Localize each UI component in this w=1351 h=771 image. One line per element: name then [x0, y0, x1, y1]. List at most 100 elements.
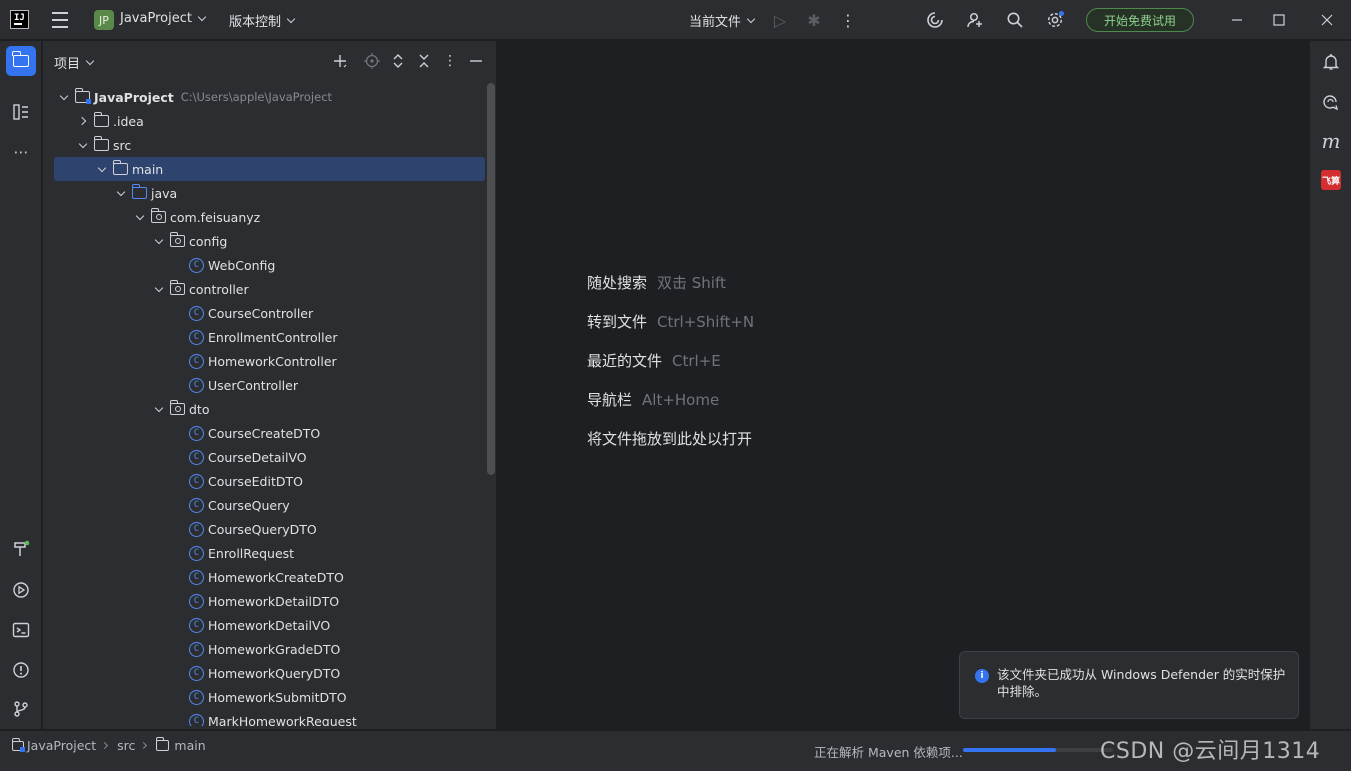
build-hammer-icon[interactable] [6, 534, 36, 564]
tree-row[interactable]: controller [54, 277, 485, 301]
tree-row[interactable]: C CourseDetailVO [54, 445, 485, 469]
tree-item-label: com.feisuanyz [170, 209, 261, 225]
tree-item-label: CourseQuery [208, 497, 290, 513]
background-task-progress[interactable] [963, 748, 1113, 752]
chevron-down-icon[interactable] [132, 209, 148, 225]
project-tool-folder-icon[interactable] [6, 46, 36, 76]
hint-action: 随处搜索 [587, 274, 648, 292]
tree-row[interactable]: .idea [54, 109, 485, 133]
tree-row[interactable]: C CourseController [54, 301, 485, 325]
debug-icon[interactable]: ✱ [804, 10, 824, 30]
tree-row[interactable]: C HomeworkGradeDTO [54, 637, 485, 661]
java-class-icon: C [189, 497, 204, 513]
tree-row[interactable]: C CourseCreateDTO [54, 421, 485, 445]
tree-item-label: .idea [113, 113, 144, 129]
breadcrumb-item[interactable]: main [174, 738, 205, 753]
tree-row[interactable]: C CourseEditDTO [54, 469, 485, 493]
add-user-icon[interactable] [965, 10, 985, 30]
java-class-icon: C [189, 593, 204, 609]
info-icon: i [975, 669, 989, 683]
chevron-down-icon[interactable] [151, 401, 167, 417]
tree-row[interactable]: C HomeworkController [54, 349, 485, 373]
locate-file-icon[interactable] [363, 52, 381, 70]
maximize-icon[interactable] [1269, 10, 1289, 30]
chevron-down-icon[interactable] [94, 161, 110, 177]
tree-row[interactable]: main [54, 157, 485, 181]
tree-item-label: UserController [208, 377, 298, 393]
tree-row[interactable]: JavaProject C:\Users\apple\JavaProject [54, 86, 485, 109]
java-class-icon: C [189, 353, 204, 369]
add-new-icon[interactable] [331, 52, 349, 70]
tree-row[interactable]: dto [54, 397, 485, 421]
java-class-icon: C [189, 617, 204, 633]
progress-fill [963, 748, 1056, 752]
start-free-trial-button[interactable]: 开始免费试用 [1086, 8, 1194, 32]
tree-row[interactable]: C EnrollRequest [54, 541, 485, 565]
notifications-bell-icon[interactable] [1319, 50, 1343, 74]
close-icon[interactable] [1317, 10, 1337, 30]
breadcrumb-item[interactable]: JavaProject [27, 738, 96, 753]
tree-row[interactable]: C MarkHomeworkRequest [54, 709, 485, 726]
more-actions-icon[interactable]: ⋮ [838, 10, 858, 30]
vcs-menu[interactable]: 版本控制 [229, 11, 296, 30]
tree-row[interactable]: C UserController [54, 373, 485, 397]
tree-item-label: dto [189, 401, 210, 417]
project-view-selector[interactable]: 项目 [54, 53, 95, 72]
breadcrumb-item[interactable]: src [117, 738, 135, 753]
tree-row[interactable]: C CourseQueryDTO [54, 517, 485, 541]
main-menu-icon[interactable] [51, 12, 69, 28]
collapse-all-icon[interactable] [415, 52, 433, 70]
tree-row[interactable]: config [54, 229, 485, 253]
git-branch-icon[interactable] [6, 694, 36, 724]
tree-row[interactable]: C HomeworkSubmitDTO [54, 685, 485, 709]
tree-row[interactable]: C HomeworkDetailVO [54, 613, 485, 637]
more-tool-windows-icon[interactable]: ⋯ [6, 137, 36, 167]
project-badge[interactable]: JP [94, 10, 114, 30]
chevron-down-icon[interactable] [56, 89, 72, 105]
tree-row[interactable]: java [54, 181, 485, 205]
chevron-down-icon[interactable] [75, 137, 91, 153]
tree-item-label: HomeworkCreateDTO [208, 569, 344, 585]
notification-balloon[interactable]: i 该文件夹已成功从 Windows Defender 的实时保护中排除。 [959, 651, 1299, 719]
options-icon[interactable]: ⋮ [441, 52, 459, 70]
project-selector[interactable]: JavaProject [120, 11, 207, 26]
maven-m-icon[interactable]: m [1319, 129, 1343, 153]
tree-row[interactable]: C CourseQuery [54, 493, 485, 517]
right-tool-window-bar: m 飞算 [1309, 41, 1351, 729]
run-config-selector[interactable]: 当前文件 [689, 11, 756, 30]
hide-panel-icon[interactable] [467, 52, 485, 70]
minimize-icon[interactable] [1227, 10, 1247, 30]
folder-icon [93, 112, 109, 127]
tree-row[interactable]: C HomeworkCreateDTO [54, 565, 485, 589]
tree-item-label: CourseController [208, 305, 314, 321]
terminal-icon[interactable] [6, 615, 36, 645]
feisuan-plugin-icon[interactable]: 飞算 [1321, 170, 1341, 190]
tree-row[interactable]: src [54, 133, 485, 157]
tree-row[interactable]: C HomeworkDetailDTO [54, 589, 485, 613]
chevron-down-icon[interactable] [151, 281, 167, 297]
tree-row[interactable]: com.feisuanyz [54, 205, 485, 229]
chevron-down-icon[interactable] [151, 233, 167, 249]
tree-scrollbar[interactable] [487, 83, 495, 475]
structure-icon[interactable] [6, 97, 36, 127]
problems-icon[interactable] [6, 655, 36, 685]
background-task-text[interactable]: 正在解析 Maven 依赖项... [814, 742, 963, 761]
run-icon[interactable]: ▷ [770, 10, 790, 30]
chevron-down-icon[interactable] [113, 185, 129, 201]
chevron-right-icon[interactable] [75, 113, 91, 129]
settings-gear-icon[interactable] [1045, 10, 1065, 30]
tree-row[interactable]: C EnrollmentController [54, 325, 485, 349]
run-services-icon[interactable] [6, 575, 36, 605]
ai-assistant-icon[interactable] [925, 10, 945, 30]
ai-chat-icon[interactable] [1319, 90, 1343, 114]
search-icon[interactable] [1005, 10, 1025, 30]
package-icon [169, 400, 185, 415]
java-class-icon: C [189, 689, 204, 705]
expand-all-icon[interactable] [389, 52, 407, 70]
tree-row[interactable]: C HomeworkQueryDTO [54, 661, 485, 685]
tree-row[interactable]: C WebConfig [54, 253, 485, 277]
